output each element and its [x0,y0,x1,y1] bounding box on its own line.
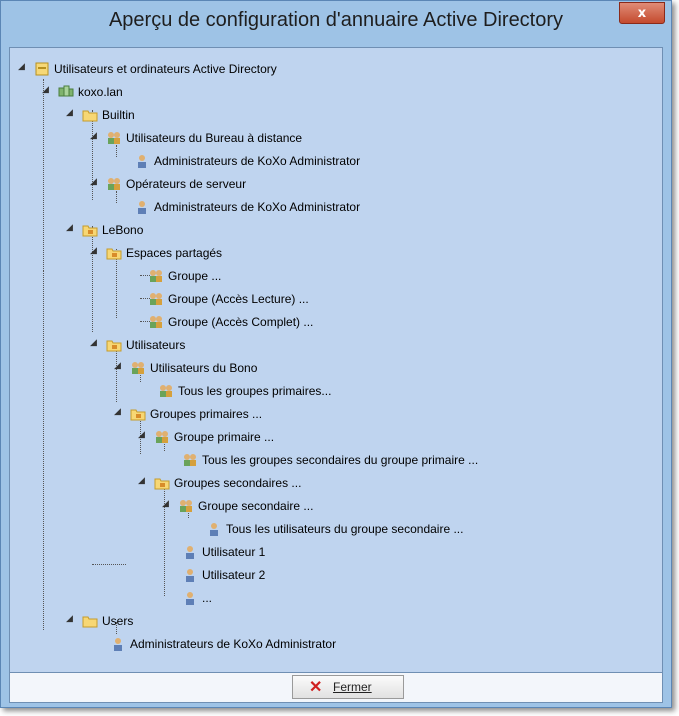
user-icon [186,546,194,559]
domain-icon [58,85,74,97]
ou-icon [82,225,98,237]
ou-icon [154,478,170,490]
tree-node-label: Utilisateurs du Bono [150,361,258,375]
tree-node-label: Groupe secondaire ... [198,499,314,513]
user-icon [186,592,194,605]
group-icon [184,454,196,466]
tree-node-label: Groupes primaires ... [150,407,263,421]
tree-node-label: Groupe ... [168,269,222,283]
collapse-arrow-icon[interactable]: ◢ [90,131,97,141]
collapse-arrow-icon[interactable]: ◢ [114,407,121,417]
ou-icon [106,248,122,260]
tree-node-label: Tous les groupes secondaires du groupe p… [202,453,479,467]
collapse-arrow-icon[interactable]: ◢ [66,223,73,233]
tree-node-label: Espaces partagés [126,246,223,260]
tree-node-label: Groupe (Accès Lecture) ... [168,292,309,306]
title-bar: Aperçu de configuration d'annuaire Activ… [1,1,671,39]
ad-tree-view[interactable]: ◢ Utilisateurs et ordinateurs Active Dir… [9,47,663,673]
fermer-label: Fermer [333,680,372,694]
user-icon [138,155,146,168]
group-icon [150,293,162,305]
collapse-arrow-icon[interactable]: ◢ [66,108,73,118]
group-icon [156,431,168,443]
tree-node-label: Utilisateur 1 [202,545,266,559]
tree-node-label: Opérateurs de serveur [126,177,247,191]
collapse-arrow-icon[interactable]: ◢ [138,430,145,440]
group-icon [132,362,144,374]
tree-node-label: koxo.lan [78,85,123,99]
folder-icon [82,110,98,122]
ou-icon [130,409,146,421]
collapse-arrow-icon[interactable]: ◢ [90,338,97,348]
dialog-window: Aperçu de configuration d'annuaire Activ… [0,0,672,708]
ad-root-icon [35,62,49,76]
tree-node-label: Administrateurs de KoXo Administrator [130,637,337,651]
tree-node-label: Builtin [102,108,135,122]
group-icon [108,132,120,144]
collapse-arrow-icon[interactable]: ◢ [114,361,121,371]
user-icon [114,638,122,651]
user-icon [138,201,146,214]
ou-icon [106,340,122,352]
group-icon [180,500,192,512]
group-icon [160,385,172,397]
fermer-button[interactable]: ✕ Fermer [292,675,404,699]
tree-node-label: Tous les groupes primaires... [178,384,332,398]
collapse-arrow-icon[interactable]: ◢ [18,62,25,72]
collapse-arrow-icon[interactable]: ◢ [138,476,145,486]
folder-icon [82,616,98,628]
dialog-footer: ✕ Fermer [9,673,663,703]
tree-node-label: Utilisateurs [126,338,186,352]
collapse-arrow-icon[interactable]: ◢ [66,614,73,624]
tree-node-label: Groupe (Accès Complet) ... [168,315,314,329]
tree-node-label: Utilisateurs du Bureau à distance [126,131,303,145]
collapse-arrow-icon[interactable]: ◢ [90,177,97,187]
tree-node-label: Groupes secondaires ... [174,476,302,490]
collapse-arrow-icon[interactable]: ◢ [90,246,97,256]
tree-node-label: Administrateurs de KoXo Administrator [154,154,361,168]
user-icon [210,523,218,536]
group-icon [150,316,162,328]
user-icon [186,569,194,582]
window-title: Aperçu de configuration d'annuaire Activ… [108,9,564,31]
tree-node-label: LeBono [102,223,144,237]
tree-node-label: Administrateurs de KoXo Administrator [154,200,361,214]
tree-node-label: Utilisateur 2 [202,568,266,582]
group-icon [108,178,120,190]
tree-node-label: Groupe primaire ... [174,430,275,444]
window-close-button[interactable]: x [619,2,665,24]
tree-node-label: ... [202,591,213,605]
group-icon [150,270,162,282]
red-x-icon: ✕ [309,679,323,696]
collapse-arrow-icon[interactable]: ◢ [162,499,169,509]
collapse-arrow-icon[interactable]: ◢ [42,85,49,95]
tree-node-label: Utilisateurs et ordinateurs Active Direc… [54,62,277,76]
tree-node-label: Tous les utilisateurs du groupe secondai… [226,522,464,536]
tree-node-label: Users [102,614,134,628]
